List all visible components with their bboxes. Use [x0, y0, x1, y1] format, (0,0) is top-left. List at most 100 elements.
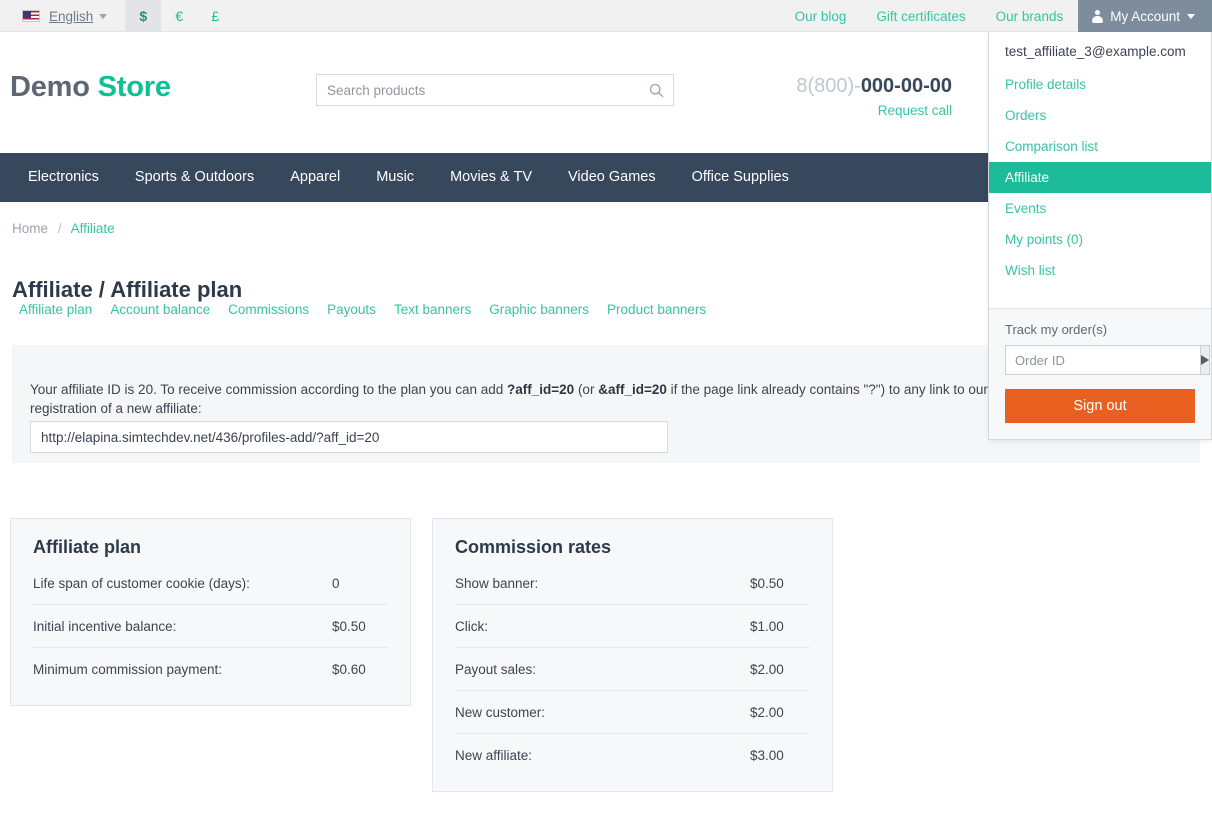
menu-item-events[interactable]: Events	[989, 193, 1211, 224]
affiliate-info-text-part2: (or	[574, 382, 599, 397]
row-value: $2.00	[750, 661, 784, 677]
track-order-submit-button[interactable]	[1200, 345, 1210, 375]
currency-eur[interactable]: €	[161, 0, 197, 32]
row-label: Initial incentive balance:	[33, 618, 177, 634]
commission-rates-card-title: Commission rates	[455, 537, 612, 557]
breadcrumb-home[interactable]: Home	[12, 221, 48, 236]
menu-item-comparison-list[interactable]: Comparison list	[989, 131, 1211, 162]
track-order-label: Track my order(s)	[1005, 322, 1108, 337]
phone-block: 8(800)-000-00-00 Request call	[796, 75, 952, 118]
site-logo[interactable]: Demo Store	[10, 71, 171, 104]
person-icon	[1092, 9, 1104, 23]
affiliate-subtabs: Affiliate plan Account balance Commissio…	[10, 302, 715, 317]
track-order-row	[1005, 345, 1210, 375]
nav-item-office-supplies[interactable]: Office Supplies	[674, 153, 807, 202]
currency-usd[interactable]: $	[125, 0, 162, 32]
table-row: Minimum commission payment: $0.60	[33, 648, 388, 691]
menu-item-my-points[interactable]: My points (0)	[989, 224, 1211, 255]
request-call-link[interactable]: Request call	[796, 103, 952, 118]
affiliate-registration-url-input[interactable]	[30, 421, 668, 453]
nav-item-movies-tv[interactable]: Movies & TV	[432, 153, 550, 202]
sign-out-button[interactable]: Sign out	[1005, 389, 1195, 423]
search-box	[316, 74, 674, 106]
menu-item-profile-details[interactable]: Profile details	[989, 69, 1211, 100]
chevron-down-icon	[1187, 13, 1195, 19]
row-label: Show banner:	[455, 575, 539, 591]
row-value: $3.00	[750, 748, 784, 763]
nav-item-music[interactable]: Music	[358, 153, 432, 202]
table-row: New affiliate: $3.00	[455, 734, 810, 777]
our-brands-link[interactable]: Our brands	[981, 0, 1079, 32]
menu-item-affiliate[interactable]: Affiliate	[989, 162, 1211, 193]
nav-item-video-games[interactable]: Video Games	[550, 153, 674, 202]
page-title: Affiliate / Affiliate plan	[12, 276, 243, 302]
affiliate-info-code1: ?aff_id=20	[507, 382, 575, 397]
play-arrow-icon	[1201, 355, 1209, 365]
table-row: Show banner: $0.50	[455, 562, 810, 605]
my-account-label: My Account	[1110, 8, 1180, 24]
subtab-affiliate-plan[interactable]: Affiliate plan	[10, 302, 101, 317]
row-label: New affiliate:	[455, 748, 533, 763]
row-value: $1.00	[750, 618, 784, 634]
row-value: $0.60	[332, 662, 366, 677]
commission-rates-rows: Show banner: $0.50 Click: $1.00 Payout s…	[433, 562, 832, 791]
menu-item-orders[interactable]: Orders	[989, 100, 1211, 131]
account-email: test_affiliate_3@example.com	[1005, 44, 1186, 59]
table-row: New customer: $2.00	[455, 691, 810, 734]
my-account-tab[interactable]: My Account	[1078, 0, 1212, 32]
table-row: Click: $1.00	[455, 605, 810, 648]
row-label: Click:	[455, 618, 488, 634]
row-label: Life span of customer cookie (days):	[33, 575, 250, 591]
order-id-input[interactable]	[1005, 345, 1200, 375]
breadcrumb-separator: /	[57, 221, 62, 236]
affiliate-info-text-part1: Your affiliate ID is 20. To receive comm…	[30, 382, 508, 397]
row-label: New customer:	[455, 704, 546, 720]
logo-text-store: Store	[97, 71, 171, 103]
breadcrumb-affiliate[interactable]: Affiliate	[71, 221, 115, 236]
top-bar-right-group: Our blog Gift certificates Our brands My…	[780, 0, 1212, 32]
language-label: English	[49, 8, 94, 24]
us-flag-icon	[22, 10, 40, 22]
subtab-product-banners[interactable]: Product banners	[598, 302, 715, 317]
currency-gbp[interactable]: £	[197, 0, 233, 32]
phone-number: 8(800)-000-00-00	[796, 75, 952, 98]
affiliate-plan-card-title: Affiliate plan	[33, 537, 142, 557]
search-icon[interactable]	[639, 83, 673, 98]
nav-item-sports-outdoors[interactable]: Sports & Outdoors	[117, 153, 272, 202]
row-value: $2.00	[750, 704, 784, 720]
subtab-payouts[interactable]: Payouts	[318, 302, 385, 317]
table-row: Payout sales: $2.00	[455, 648, 810, 691]
row-label: Minimum commission payment:	[33, 662, 223, 677]
commission-rates-card: Commission rates Show banner: $0.50 Clic…	[432, 518, 833, 792]
table-row: Initial incentive balance: $0.50	[33, 605, 388, 648]
row-label: Payout sales:	[455, 661, 537, 677]
affiliate-plan-card: Affiliate plan Life span of customer coo…	[10, 518, 411, 706]
subtab-commissions[interactable]: Commissions	[219, 302, 318, 317]
logo-text-demo: Demo	[10, 71, 90, 103]
menu-divider-space	[989, 286, 1211, 308]
breadcrumb: Home / Affiliate	[12, 221, 115, 236]
table-row: Life span of customer cookie (days): 0	[33, 562, 388, 605]
affiliate-plan-rows: Life span of customer cookie (days): 0 I…	[11, 562, 410, 705]
phone-core: 000-00-00	[860, 75, 952, 97]
nav-item-apparel[interactable]: Apparel	[272, 153, 358, 202]
phone-prefix: 8(800)-	[796, 75, 861, 97]
nav-item-electronics[interactable]: Electronics	[10, 153, 117, 202]
chevron-down-icon	[99, 14, 108, 20]
subtab-graphic-banners[interactable]: Graphic banners	[480, 302, 598, 317]
our-blog-link[interactable]: Our blog	[780, 0, 862, 32]
affiliate-info-code2: &aff_id=20	[598, 382, 667, 397]
row-value: 0	[332, 575, 340, 591]
subtab-text-banners[interactable]: Text banners	[385, 302, 480, 317]
track-order-section: Track my order(s) Sign out	[989, 308, 1211, 439]
gift-certificates-link[interactable]: Gift certificates	[861, 0, 980, 32]
row-value: $0.50	[750, 575, 784, 591]
menu-item-wish-list[interactable]: Wish list	[989, 255, 1211, 286]
row-value: $0.50	[332, 618, 366, 634]
account-dropdown-menu: test_affiliate_3@example.com Profile det…	[988, 32, 1212, 440]
top-bar-left-group: English $ € £	[22, 0, 233, 32]
search-input[interactable]	[317, 82, 639, 98]
subtab-account-balance[interactable]: Account balance	[101, 302, 219, 317]
top-bar: English $ € £ Our blog Gift certificates…	[0, 0, 1212, 32]
language-selector[interactable]: English	[49, 8, 108, 24]
